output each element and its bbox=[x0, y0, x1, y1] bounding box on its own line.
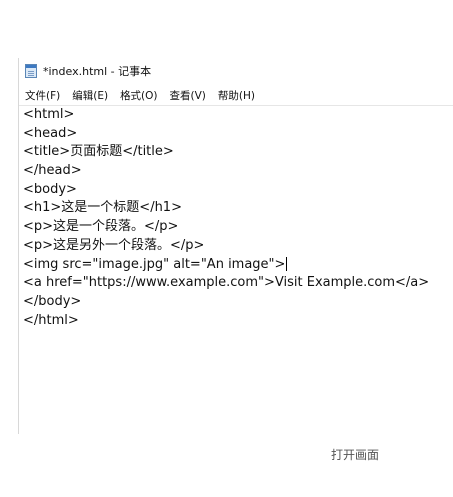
editor-line: <body> bbox=[23, 181, 77, 197]
text-cursor bbox=[286, 257, 288, 271]
editor-line: </body> bbox=[23, 293, 82, 309]
text-editor[interactable]: <html> <head> <title>页面标题</title> </head… bbox=[19, 106, 453, 434]
editor-line: <a href="https://www.example.com">Visit … bbox=[23, 275, 430, 291]
menu-edit[interactable]: 编辑(E) bbox=[72, 88, 108, 103]
editor-line: </html> bbox=[23, 312, 79, 328]
editor-line: <title>页面标题</title> bbox=[23, 144, 174, 160]
menu-bar: 文件(F) 编辑(E) 格式(O) 查看(V) 帮助(H) bbox=[19, 86, 453, 106]
editor-line-text: <img src="image.jpg" alt="An image"> bbox=[23, 256, 286, 272]
editor-line: <html> bbox=[23, 107, 75, 122]
editor-line: <h1>这是一个标题</h1> bbox=[23, 200, 182, 216]
menu-view[interactable]: 查看(V) bbox=[170, 88, 206, 103]
notepad-icon bbox=[25, 64, 37, 78]
menu-file[interactable]: 文件(F) bbox=[25, 88, 60, 103]
notepad-window: *index.html - 记事本 文件(F) 编辑(E) 格式(O) 查看(V… bbox=[18, 58, 453, 434]
caption-text: 打开画面 bbox=[331, 448, 380, 462]
menu-help[interactable]: 帮助(H) bbox=[218, 88, 255, 103]
editor-line: <p>这是一个段落。</p> bbox=[23, 219, 179, 235]
menu-format[interactable]: 格式(O) bbox=[120, 88, 157, 103]
editor-line-current: <img src="image.jpg" alt="An image"> bbox=[23, 256, 453, 275]
editor-line: <p>这是另外一个段落。</p> bbox=[23, 237, 205, 253]
editor-line: </head> bbox=[23, 163, 82, 179]
title-bar: *index.html - 记事本 bbox=[19, 58, 453, 84]
editor-line: <head> bbox=[23, 125, 78, 141]
window-title: *index.html - 记事本 bbox=[43, 65, 152, 78]
